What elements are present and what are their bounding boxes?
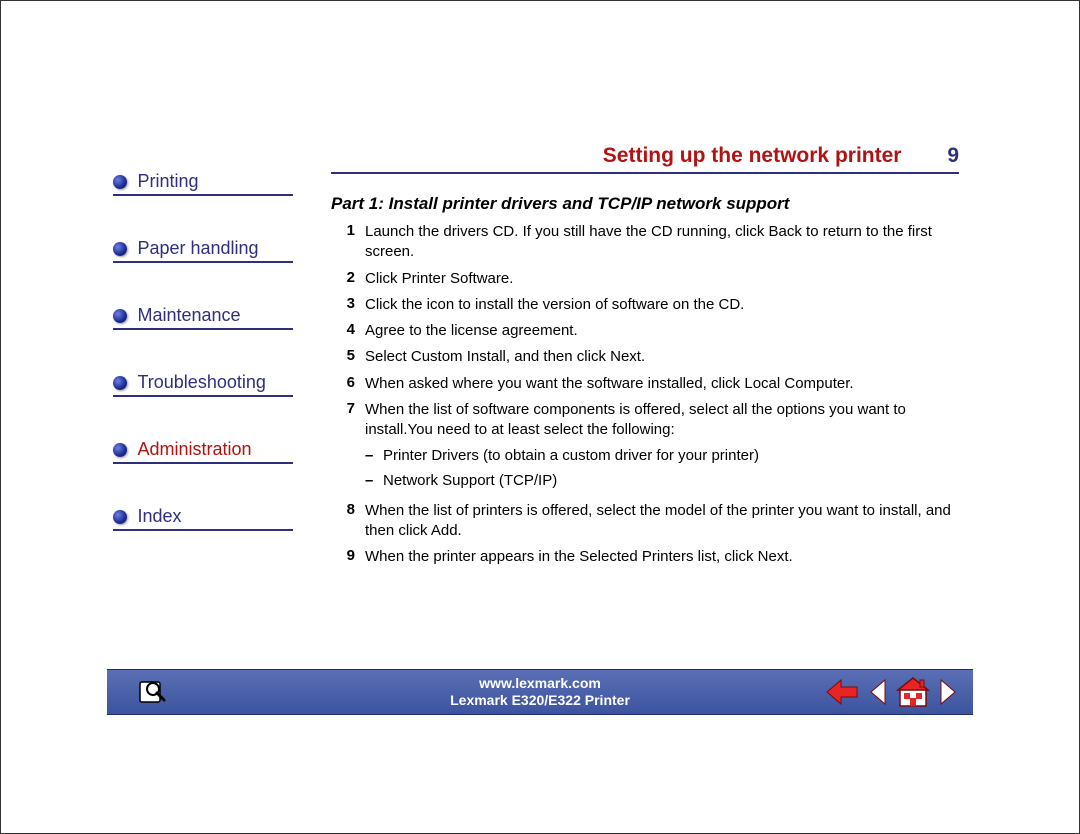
step-item: 4 Agree to the license agreement. [331, 321, 959, 341]
sublist-text: Network Support (TCP/IP) [383, 471, 959, 491]
bullet-icon [113, 376, 127, 390]
next-page-icon [939, 678, 959, 706]
step-text: When the list of printers is offered, se… [365, 501, 959, 542]
prev-page-icon [867, 678, 887, 706]
footer-bar: www.lexmark.com Lexmark E320/E322 Printe… [107, 669, 973, 715]
sidebar-item-troubleshooting[interactable]: Troubleshooting [113, 372, 293, 397]
page-frame: Setting up the network printer 9 Printin… [0, 0, 1080, 834]
step-item: 6 When asked where you want the software… [331, 374, 959, 394]
footer-model-text: Lexmark E320/E322 Printer [450, 692, 630, 709]
step-text: Launch the drivers CD. If you still have… [365, 222, 959, 263]
sidebar-item-index[interactable]: Index [113, 506, 293, 531]
step-text: Click Printer Software. [365, 269, 959, 289]
step-item: 3 Click the icon to install the version … [331, 295, 959, 315]
back-arrow-icon [825, 678, 859, 706]
step-item: 5 Select Custom Install, and then click … [331, 347, 959, 367]
step-number: 6 [331, 374, 365, 391]
step-text: When asked where you want the software i… [365, 374, 959, 394]
sidebar-item-label: Troubleshooting [137, 372, 265, 392]
step-item: 8 When the list of printers is offered, … [331, 501, 959, 542]
sidebar-item-label: Printing [137, 171, 198, 191]
sidebar-underline [113, 328, 293, 330]
step-number: 8 [331, 501, 365, 518]
sidebar-item-label: Maintenance [137, 305, 240, 325]
footer-url-link[interactable]: www.lexmark.com [450, 675, 630, 692]
step-text: Select Custom Install, and then click Ne… [365, 347, 959, 367]
step-number: 4 [331, 321, 365, 338]
home-icon [895, 676, 931, 708]
sublist-item: – Printer Drivers (to obtain a custom dr… [365, 446, 959, 466]
dash-icon: – [365, 446, 383, 466]
sidebar-item-label: Index [137, 506, 181, 526]
sidebar-underline [113, 261, 293, 263]
search-button[interactable] [137, 677, 171, 707]
sidebar-underline [113, 462, 293, 464]
step-number: 1 [331, 222, 365, 239]
step-number: 7 [331, 400, 365, 417]
bullet-icon [113, 309, 127, 323]
step-item: 1 Launch the drivers CD. If you still ha… [331, 222, 959, 263]
step-number: 9 [331, 547, 365, 564]
step-text: Click the icon to install the version of… [365, 295, 959, 315]
page-header: Setting up the network printer 9 [331, 144, 959, 174]
search-icon [137, 677, 171, 707]
section-title: Setting up the network printer [603, 144, 902, 167]
sidebar-underline [113, 395, 293, 397]
step-text-inner: When the list of software components is … [365, 401, 906, 438]
prev-page-button[interactable] [867, 678, 887, 706]
sidebar-item-printing[interactable]: Printing [113, 171, 293, 196]
step-sublist: – Printer Drivers (to obtain a custom dr… [365, 446, 959, 491]
sublist-text: Printer Drivers (to obtain a custom driv… [383, 446, 959, 466]
step-text: Agree to the license agreement. [365, 321, 959, 341]
step-item: 9 When the printer appears in the Select… [331, 547, 959, 567]
step-text: When the list of software components is … [365, 400, 959, 495]
sidebar-item-administration[interactable]: Administration [113, 439, 293, 464]
bullet-icon [113, 242, 127, 256]
sidebar-item-maintenance[interactable]: Maintenance [113, 305, 293, 330]
bullet-icon [113, 510, 127, 524]
footer-center: www.lexmark.com Lexmark E320/E322 Printe… [450, 675, 630, 709]
footer-nav-icons [825, 676, 959, 708]
bullet-icon [113, 175, 127, 189]
next-page-button[interactable] [939, 678, 959, 706]
sidebar-item-paper-handling[interactable]: Paper handling [113, 238, 293, 263]
dash-icon: – [365, 471, 383, 491]
content-area: Part 1: Install printer drivers and TCP/… [331, 194, 959, 574]
step-text: When the printer appears in the Selected… [365, 547, 959, 567]
sidebar-underline [113, 529, 293, 531]
step-number: 5 [331, 347, 365, 364]
back-button[interactable] [825, 678, 859, 706]
sidebar-item-label: Paper handling [137, 238, 258, 258]
step-number: 2 [331, 269, 365, 286]
step-number: 3 [331, 295, 365, 312]
sublist-item: – Network Support (TCP/IP) [365, 471, 959, 491]
sidebar-underline [113, 194, 293, 196]
section-title-row: Setting up the network printer 9 [331, 144, 959, 168]
step-item: 7 When the list of software components i… [331, 400, 959, 495]
part-heading: Part 1: Install printer drivers and TCP/… [331, 194, 959, 214]
step-item: 2 Click Printer Software. [331, 269, 959, 289]
steps-list: 1 Launch the drivers CD. If you still ha… [331, 222, 959, 568]
bullet-icon [113, 443, 127, 457]
sidebar-item-label: Administration [137, 439, 251, 459]
home-button[interactable] [895, 676, 931, 708]
page-number: 9 [947, 144, 959, 168]
header-rule [331, 172, 959, 174]
sidebar-nav: Printing Paper handling Maintenance Trou… [113, 171, 293, 573]
